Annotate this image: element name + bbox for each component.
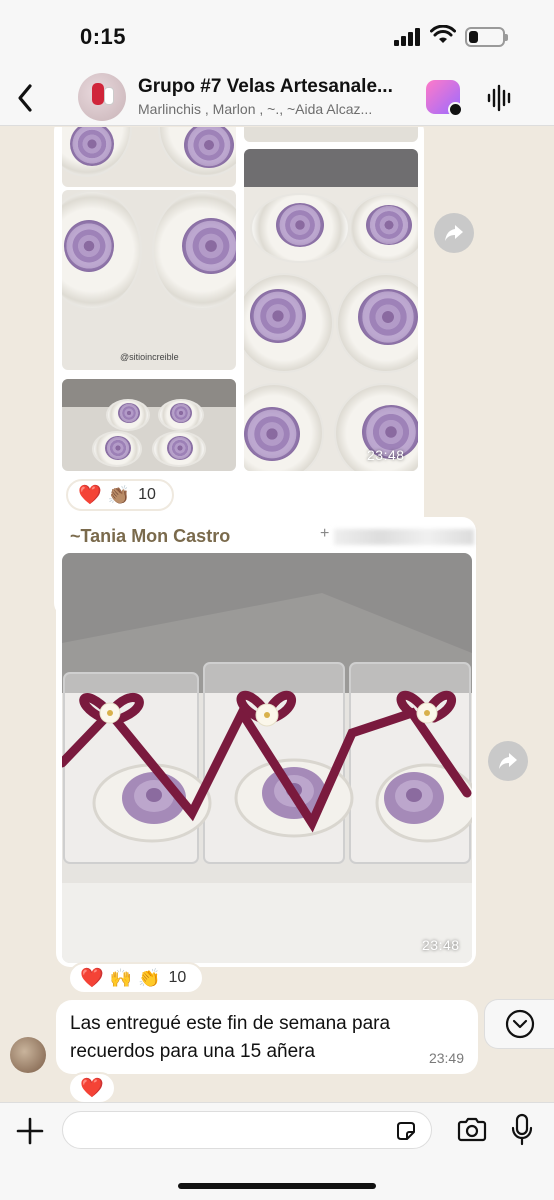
group-title[interactable]: Grupo #7 Velas Artesanale... — [138, 76, 418, 98]
plus-icon[interactable] — [14, 1115, 46, 1147]
album-photo[interactable] — [62, 127, 236, 187]
blurred-phone — [334, 529, 474, 545]
candle-boxes-photo[interactable] — [62, 553, 472, 963]
heart-reaction: ❤️ — [78, 485, 102, 506]
status-time: 0:15 — [80, 24, 127, 49]
album-photo[interactable] — [62, 379, 236, 471]
sticker-icon[interactable] — [395, 1120, 417, 1142]
candle-boxes-illustration — [62, 553, 472, 963]
group-avatar[interactable] — [78, 73, 126, 121]
home-indicator — [178, 1183, 376, 1189]
message-time: 23:48 — [367, 447, 405, 463]
reaction-pill[interactable]: ❤️ 🙌 👏 10 — [68, 962, 204, 994]
clap-reaction: 👏🏽 — [107, 484, 131, 505]
share-arrow-icon — [445, 225, 463, 241]
album-photo[interactable] — [244, 149, 418, 471]
chat-area[interactable]: @sitioincreible 23:48 ❤️ 👏🏽 10 ~Tania Mo… — [0, 127, 554, 1102]
text-message-bubble[interactable]: Las entregué este fin de semana para rec… — [56, 1000, 478, 1074]
raised-hands-reaction: 🙌 — [109, 967, 133, 988]
album-photo[interactable] — [244, 127, 418, 142]
message-text: Las entregué este fin de semana para rec… — [70, 1013, 391, 1062]
wifi-icon — [430, 25, 456, 43]
clap-reaction: 👏 — [138, 967, 161, 988]
watermark: @sitioincreible — [120, 352, 179, 362]
chevron-left-icon[interactable] — [12, 80, 40, 116]
meta-ai-icon[interactable] — [426, 80, 463, 117]
chevron-down-circle-icon — [505, 1009, 534, 1039]
signal-icon — [394, 28, 424, 46]
forward-button[interactable] — [434, 213, 474, 253]
reaction-count: 10 — [168, 969, 187, 986]
share-arrow-icon — [499, 753, 517, 769]
audio-wave-icon[interactable] — [486, 84, 514, 112]
camera-icon[interactable] — [456, 1117, 488, 1143]
reaction-pill[interactable]: ❤️ 👏🏽 10 — [66, 479, 174, 511]
image-message-bubble[interactable]: ~Tania Mon Castro + 23:48 — [56, 517, 476, 967]
message-time: 23:48 — [422, 937, 460, 953]
message-input[interactable] — [62, 1111, 432, 1149]
sender-phone: + — [320, 525, 474, 547]
forward-button[interactable] — [488, 741, 528, 781]
heart-reaction: ❤️ — [80, 1078, 104, 1099]
chat-header: Grupo #7 Velas Artesanale... Marlinchis … — [0, 70, 554, 126]
group-members[interactable]: Marlinchis , Marlon , ~., ~Aida Alcaz... — [138, 101, 413, 117]
battery-icon — [465, 27, 508, 47]
scroll-to-bottom-button[interactable] — [484, 999, 554, 1049]
sender-name[interactable]: ~Tania Mon Castro — [70, 526, 230, 547]
sender-avatar[interactable] — [10, 1037, 46, 1073]
reaction-pill[interactable]: ❤️ — [68, 1072, 116, 1102]
microphone-icon[interactable] — [510, 1113, 534, 1147]
heart-reaction: ❤️ — [80, 968, 104, 989]
message-time: 23:49 — [428, 1050, 464, 1066]
reaction-count: 10 — [138, 486, 156, 503]
message-input-bar — [0, 1102, 554, 1200]
status-bar: 0:15 — [0, 0, 554, 70]
album-photo[interactable]: @sitioincreible — [62, 190, 236, 370]
